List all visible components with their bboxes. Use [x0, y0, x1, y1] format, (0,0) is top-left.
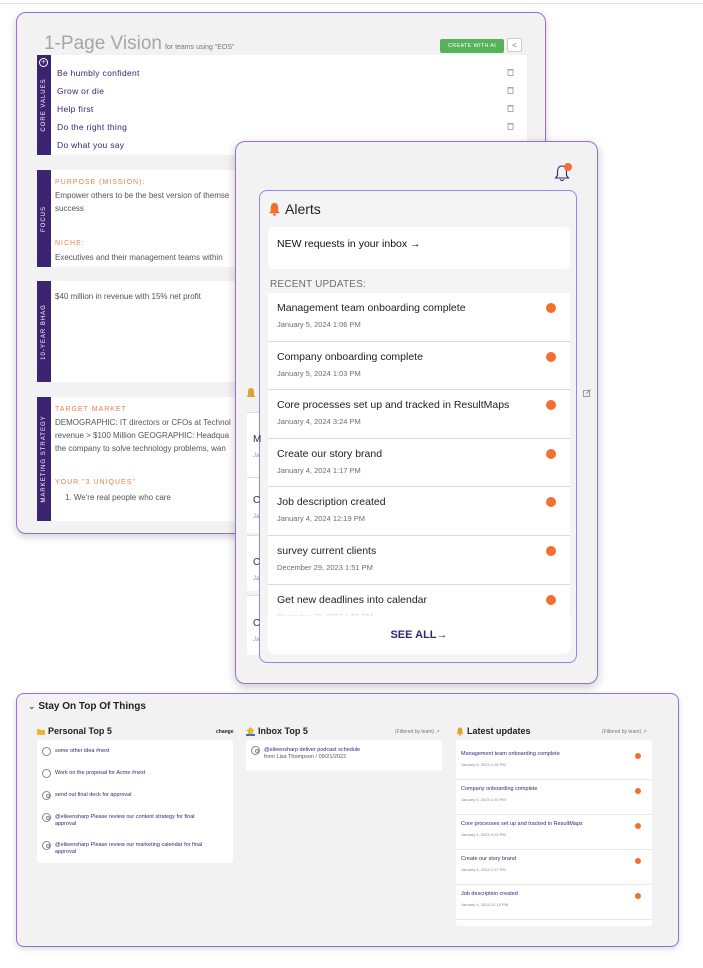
external-link-icon[interactable]: ↗	[436, 729, 440, 735]
inbox-filter-label[interactable]: (Filtered by team) ↗	[395, 729, 440, 735]
unread-dot	[635, 753, 641, 759]
user-icon	[251, 746, 260, 755]
inbox-top5-title: Inbox Top 5	[246, 726, 308, 736]
core-value-item[interactable]: Do the right thing	[57, 122, 127, 132]
target-market-text[interactable]: the company to solve technology problems…	[55, 443, 226, 455]
core-value-item[interactable]: Grow or die	[57, 86, 104, 96]
alerts-title: Alerts	[285, 201, 321, 217]
purpose-text[interactable]: Empower others to be the best version of…	[55, 190, 229, 202]
latest-filter-label[interactable]: (Filtered by team) ↗	[602, 729, 647, 735]
unread-dot	[635, 788, 641, 794]
inbox-icon	[246, 726, 255, 736]
user-icon	[42, 841, 51, 850]
inbox-top5-list: @eileensharp deliver podcast schedule fro…	[246, 740, 442, 771]
task-item[interactable]: Work on the proposal for Acme #next	[42, 769, 145, 778]
update-item[interactable]: Company onboarding complete January 5, 20…	[456, 780, 651, 815]
bell-icon	[269, 203, 280, 216]
trash-icon[interactable]	[507, 68, 514, 76]
create-with-ai-button[interactable]: CREATE WITH AI	[440, 39, 504, 53]
folder-icon	[37, 728, 45, 735]
task-item[interactable]: some other idea #next	[42, 747, 109, 756]
bhag-bar: 10-YEAR BHAG	[37, 281, 51, 382]
external-link-icon[interactable]: ↗	[643, 729, 647, 735]
update-item[interactable]: Management team onboarding complete Janua…	[456, 745, 651, 780]
trash-icon[interactable]	[507, 104, 514, 112]
hidden-row-letter: M	[253, 434, 262, 445]
focus-bar: FOCUS	[37, 170, 51, 267]
latest-updates-list: Management team onboarding complete Janua…	[456, 740, 652, 926]
hidden-row-sub: Ja	[253, 514, 260, 520]
marketing-strategy-bar: MARKETING STRATEGY	[37, 397, 51, 521]
change-link[interactable]: change	[216, 729, 234, 735]
unread-dot	[635, 893, 641, 899]
trash-icon[interactable]	[507, 122, 514, 130]
alerts-header: Alerts	[268, 201, 321, 217]
unread-dot	[546, 351, 556, 362]
hidden-list-rows: M Ja C Ja C Ja C Ja	[247, 385, 585, 675]
purpose-text-cont[interactable]: success	[55, 203, 84, 215]
core-value-item[interactable]: Do what you say	[57, 140, 124, 150]
hidden-row-sub: Ja	[253, 576, 260, 582]
inbox-link[interactable]: NEW requests in your inbox →	[268, 227, 570, 269]
core-value-item[interactable]: Be humbly confident	[57, 68, 140, 78]
hidden-row-letter: C	[253, 495, 261, 506]
task-item[interactable]: @eileensharp Please review our marketing…	[42, 841, 212, 856]
hidden-row-sub: Ja	[253, 453, 260, 459]
task-item[interactable]: send out final deck for approval	[42, 791, 131, 800]
share-icon[interactable]: <	[507, 38, 522, 52]
checkbox-icon[interactable]	[42, 747, 51, 756]
bell-icon	[456, 727, 464, 736]
user-icon	[42, 813, 51, 822]
top-divider	[0, 3, 703, 4]
niche-label: NICHE:	[55, 240, 85, 247]
trash-icon[interactable]	[507, 86, 514, 94]
user-icon	[42, 791, 51, 800]
hidden-row-letter: C	[253, 618, 261, 629]
personal-top5-title: Personal Top 5	[37, 726, 112, 736]
stay-on-top-title[interactable]: ⌄ Stay On Top Of Things	[28, 701, 146, 712]
unread-dot	[635, 858, 641, 864]
update-item[interactable]: Create our story brand January 4, 2024 1:…	[456, 850, 651, 885]
target-market-text[interactable]: revenue > $100 Million GEOGRAPHIC: Headq…	[55, 430, 229, 442]
update-item[interactable]: Job description created January 4, 2024 1…	[456, 885, 651, 920]
alert-item[interactable]: Company onboarding complete January 5, 20…	[268, 341, 570, 391]
target-market-label: TARGET MARKET	[55, 406, 127, 413]
stay-on-top-panel: ⌄ Stay On Top Of Things Personal Top 5 c…	[16, 693, 679, 947]
purpose-label: PURPOSE (MISSION):	[55, 179, 146, 186]
niche-text[interactable]: Executives and their management teams wi…	[55, 252, 223, 264]
recent-updates-label: RECENT UPDATES:	[270, 279, 366, 290]
update-item[interactable]: Core processes set up and tracked in Res…	[456, 815, 651, 850]
target-market-text[interactable]: DEMOGRAPHIC: IT directors or CFOs at Tec…	[55, 417, 231, 429]
vision-subtitle: for teams using "EOS"	[164, 44, 235, 51]
vision-title: 1-Page Vision for teams using "EOS"	[44, 33, 235, 54]
inbox-item[interactable]: @eileensharp deliver podcast schedule fro…	[251, 746, 360, 761]
add-icon[interactable]: +	[39, 58, 48, 67]
notification-dot	[564, 163, 572, 171]
core-values-section: + CORE VALUES Be humbly confident Grow o…	[37, 55, 527, 155]
personal-top5-list: some other idea #next Work on the propos…	[37, 740, 233, 863]
unread-dot	[546, 303, 556, 313]
task-item[interactable]: @eileensharp Please review our content s…	[42, 813, 212, 828]
latest-updates-title: Latest updates	[456, 726, 531, 736]
hidden-row-letter: C	[253, 557, 261, 568]
unread-dot	[635, 823, 641, 829]
unique-item[interactable]: 1. We're real people who care	[65, 492, 171, 504]
uniques-label: YOUR "3 UNIQUES"	[55, 479, 136, 486]
alert-item[interactable]: Management team onboarding complete Janua…	[268, 293, 570, 342]
core-value-item[interactable]: Help first	[57, 104, 94, 114]
checkbox-icon[interactable]	[42, 769, 51, 778]
hidden-row-sub: Ja	[253, 637, 260, 643]
bhag-text[interactable]: $40 million in revenue with 15% net prof…	[55, 291, 201, 303]
chevron-down-icon[interactable]: ⌄	[28, 701, 36, 711]
core-values-bar: + CORE VALUES	[37, 55, 51, 155]
